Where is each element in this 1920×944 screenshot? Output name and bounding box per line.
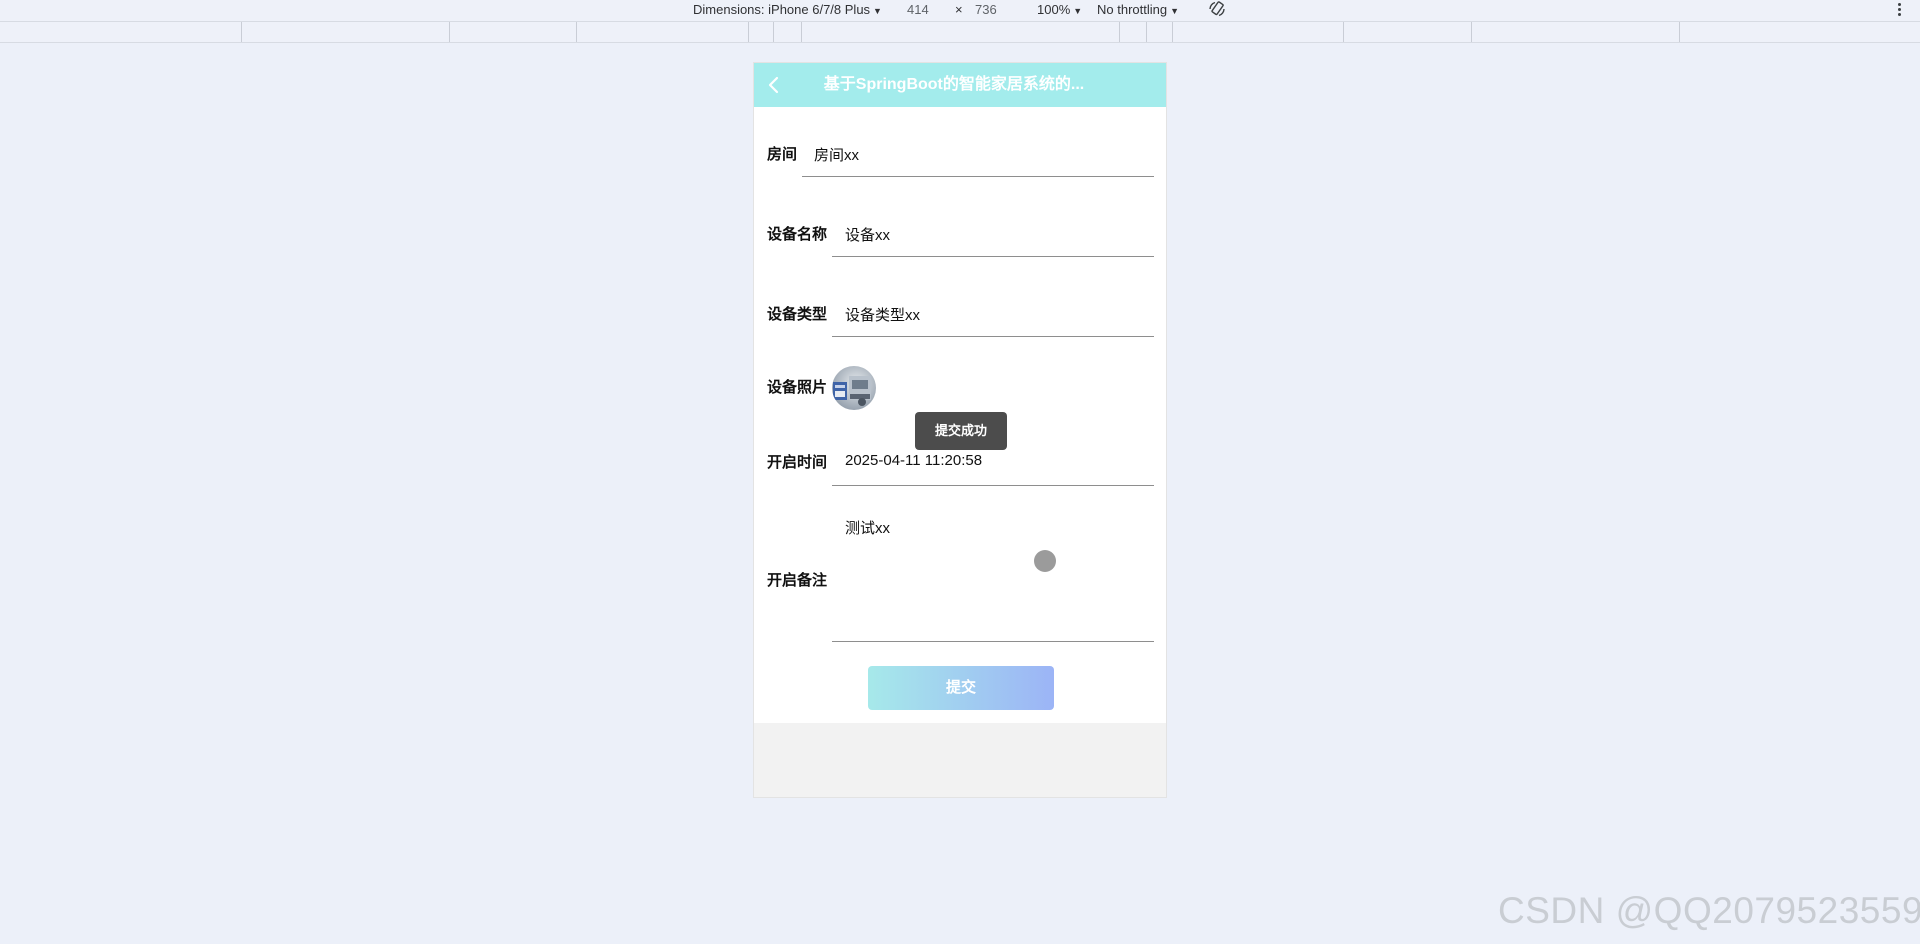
ruler-tick[interactable] [1172, 22, 1173, 42]
device-viewport: 基于SpringBoot的智能家居系统的... 房间 房间xx 设备名称 设备x… [753, 62, 1167, 798]
success-toast: 提交成功 [915, 412, 1007, 450]
viewport-width-input[interactable]: 414 [907, 2, 929, 18]
note-value: 测试xx [845, 520, 891, 537]
room-label: 房间 [767, 146, 798, 163]
device-name-value: 设备xx [845, 227, 891, 244]
watermark: CSDN @QQ2079523559 [1498, 890, 1920, 931]
start-time-value: 2025-04-11 11:20:58 [845, 452, 983, 469]
ruler-tick[interactable] [1679, 22, 1680, 42]
ruler-tick[interactable] [1343, 22, 1344, 42]
touch-cursor [1034, 550, 1056, 572]
device-dimensions-select[interactable]: Dimensions: iPhone 6/7/8 Plus ▼ [693, 2, 882, 19]
media-query-bar [0, 22, 1920, 43]
ruler-tick[interactable] [1146, 22, 1147, 42]
note-textarea[interactable]: 测试xx [832, 498, 1154, 642]
device-type-value: 设备类型xx [845, 307, 921, 324]
device-type-field[interactable]: 设备类型xx [832, 287, 1154, 337]
ruler-tick[interactable] [576, 22, 577, 42]
device-photo-label: 设备照片 [767, 379, 828, 396]
submit-button[interactable]: 提交 [868, 666, 1054, 710]
dropdown-caret-icon: ▼ [1073, 6, 1083, 16]
ruler-tick[interactable] [801, 22, 802, 42]
ruler-tick[interactable] [241, 22, 242, 42]
device-dimensions-label: Dimensions: iPhone 6/7/8 Plus [693, 2, 871, 17]
ruler-tick[interactable] [1471, 22, 1472, 42]
dropdown-caret-icon: ▼ [873, 6, 882, 16]
throttling-label: No throttling [1097, 2, 1168, 17]
devtools-device-toolbar: Dimensions: iPhone 6/7/8 Plus ▼ 414 × 736… [0, 0, 1920, 22]
ruler-tick[interactable] [449, 22, 450, 42]
device-type-label: 设备类型 [767, 306, 828, 323]
ruler-tick[interactable] [1119, 22, 1120, 42]
throttling-select[interactable]: No throttling ▼ [1097, 2, 1179, 19]
ruler-tick[interactable] [773, 22, 774, 42]
device-photo-image [832, 366, 876, 410]
device-name-field[interactable]: 设备xx [832, 207, 1154, 257]
dimension-separator: × [955, 2, 963, 17]
rotate-icon[interactable] [1208, 0, 1226, 18]
zoom-select[interactable]: 100% ▼ [1037, 2, 1082, 19]
device-name-label: 设备名称 [767, 226, 828, 243]
start-time-label: 开启时间 [767, 454, 828, 471]
device-photo-thumbnail[interactable] [832, 366, 876, 410]
zoom-label: 100% [1037, 2, 1071, 17]
back-chevron-icon[interactable] [764, 75, 784, 95]
room-field[interactable]: 房间xx [802, 127, 1154, 177]
note-label: 开启备注 [767, 572, 828, 589]
viewport-height-input[interactable]: 736 [975, 2, 997, 18]
page-title: 基于SpringBoot的智能家居系统的... [823, 76, 1085, 93]
more-vertical-icon[interactable] [1896, 1, 1902, 19]
ruler-tick[interactable] [748, 22, 749, 42]
app-header: 基于SpringBoot的智能家居系统的... [754, 63, 1166, 107]
dropdown-caret-icon: ▼ [1170, 6, 1180, 16]
room-value: 房间xx [814, 147, 860, 164]
